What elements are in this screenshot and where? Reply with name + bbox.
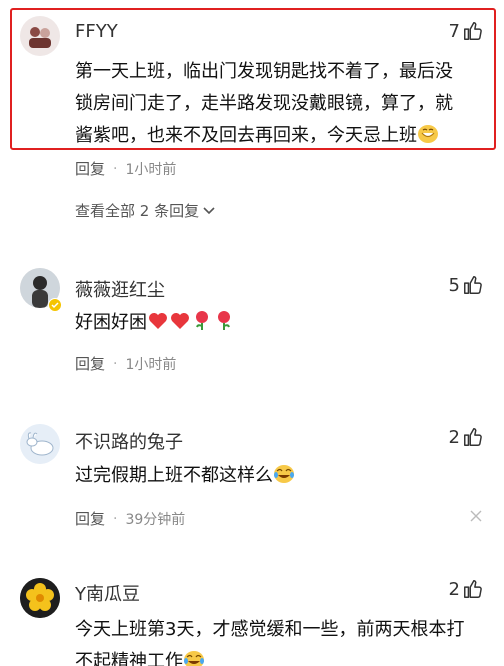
comment-line-text: 不起精神工作 — [75, 651, 183, 666]
separator-dot: · — [113, 510, 118, 527]
comment-time: 39分钟前 — [125, 511, 186, 528]
like-button[interactable]: 5 — [449, 274, 484, 296]
reply-button[interactable]: 回复 — [75, 353, 105, 374]
avatar-flower-icon — [20, 578, 60, 618]
comment-line: 酱紫吧，也来不及回去再回来，今天忌上班 — [75, 120, 485, 152]
comment-text: 今天上班第3天，才感觉缓和一些，前两天根本打 不起精神工作 — [75, 614, 485, 666]
comment-line-text: 酱紫吧，也来不及回去再回来，今天忌上班 — [75, 125, 417, 146]
reply-button[interactable]: 回复 — [75, 158, 105, 179]
comment-time: 1小时前 — [125, 356, 177, 373]
rose-emoji-icon — [218, 311, 230, 330]
crying-laughing-emoji-icon — [184, 651, 204, 666]
comment-line: 锁房间门走了，走半路发现没戴眼镜，算了，就 — [75, 93, 453, 114]
separator-dot: · — [113, 355, 118, 372]
like-button[interactable]: 2 — [449, 426, 484, 448]
like-count: 7 — [448, 20, 460, 42]
verified-badge-icon — [48, 298, 62, 312]
comment-text: 好困好困 — [75, 307, 485, 339]
avatar-photo-icon — [20, 16, 60, 56]
heart-emoji-icon — [149, 313, 167, 329]
comment-text: 第一天上班，临出门发现钥匙找不着了，最后没 锁房间门走了，走半路发现没戴眼镜，算… — [75, 56, 485, 152]
heart-emoji-icon — [171, 313, 189, 329]
comment-time: 1小时前 — [125, 161, 177, 178]
view-all-label: 查看全部 2 条回复 — [75, 202, 200, 220]
comment-meta: 回复 · 39分钟前 — [75, 508, 185, 529]
avatar[interactable] — [20, 424, 60, 464]
comment-line: 第一天上班，临出门发现钥匙找不着了，最后没 — [75, 61, 453, 82]
thumbs-up-icon — [464, 22, 482, 40]
comment-line: 今天上班第3天，才感觉缓和一些，前两天根本打 — [75, 619, 465, 640]
comment-line-text: 好困好困 — [75, 312, 147, 333]
thumbs-up-icon — [464, 580, 482, 598]
comment-author[interactable]: 不识路的兔子 — [75, 428, 183, 454]
separator-dot: · — [113, 160, 118, 177]
thumbs-up-icon — [464, 276, 482, 294]
comment-author[interactable]: Y南瓜豆 — [75, 580, 140, 606]
comment-meta: 回复 · 1小时前 — [75, 353, 176, 374]
comment-author[interactable]: FFYY — [75, 21, 118, 42]
avatar[interactable] — [20, 578, 60, 618]
like-count: 2 — [448, 426, 460, 448]
thumbs-up-icon — [464, 428, 482, 446]
avatar[interactable] — [20, 16, 60, 56]
comment-line-text: 过完假期上班不都这样么 — [75, 465, 273, 486]
grin-emoji-icon — [418, 125, 438, 143]
reply-button[interactable]: 回复 — [75, 508, 105, 529]
comment-meta: 回复 · 1小时前 — [75, 158, 176, 179]
more-options-icon[interactable] — [470, 510, 482, 526]
like-button[interactable]: 2 — [449, 578, 484, 600]
comment-author[interactable]: 薇薇逛红尘 — [75, 276, 165, 302]
like-button[interactable]: 7 — [449, 20, 484, 42]
rose-emoji-icon — [196, 311, 208, 330]
comment-text: 过完假期上班不都这样么 — [75, 460, 485, 492]
like-count: 2 — [448, 578, 460, 600]
view-all-replies-link[interactable]: 查看全部 2 条回复 — [75, 200, 215, 221]
crying-laughing-emoji-icon — [274, 465, 294, 483]
chevron-down-icon — [203, 206, 215, 214]
avatar-rabbit-icon — [20, 424, 60, 464]
comment-line: 不起精神工作 — [75, 646, 485, 666]
like-count: 5 — [448, 274, 460, 296]
